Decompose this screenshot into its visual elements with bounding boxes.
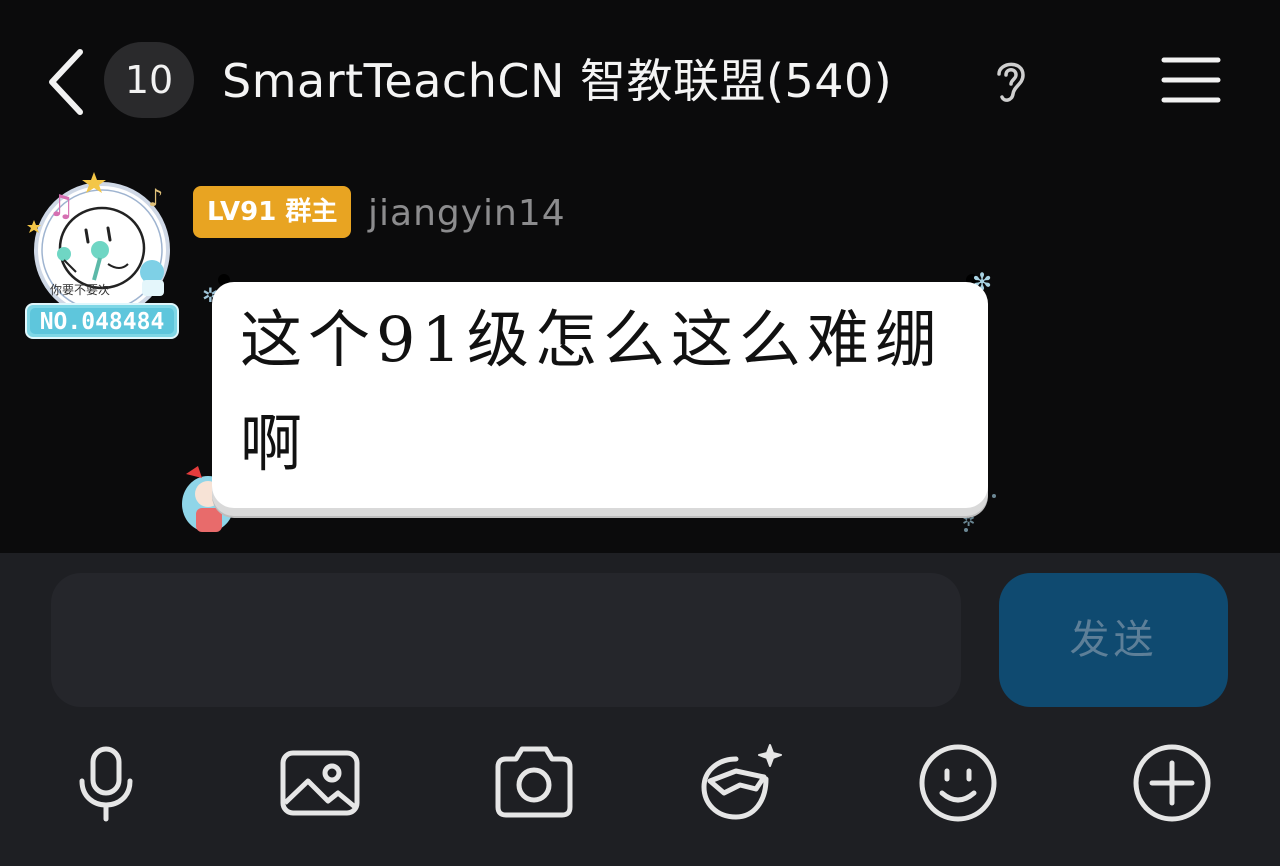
chat-header: 10 SmartTeachCN 智教联盟(540): [0, 0, 1280, 160]
avatar-number-badge: NO.048484: [40, 309, 165, 335]
sender-name[interactable]: jiangyin14: [368, 190, 566, 238]
svg-text:♫: ♫: [48, 189, 75, 224]
level-role-badge: LV91 群主: [193, 186, 352, 238]
chat-title: SmartTeachCN 智教联盟(540): [222, 54, 893, 108]
camera-icon[interactable]: [492, 741, 576, 825]
back-arrow-icon: [49, 49, 83, 115]
sticker-icon[interactable]: [700, 741, 784, 825]
plus-icon[interactable]: [1130, 741, 1214, 825]
svg-text:✲: ✲: [962, 511, 975, 530]
message-text: 这个91级怎么这么难绷啊: [240, 303, 943, 480]
message-bubble[interactable]: ✲ ✻ ✲ 这个91级怎么这么难绷啊: [172, 268, 1002, 538]
message-input[interactable]: [51, 573, 961, 707]
avatar-caption: 你要不要次: [50, 283, 110, 297]
back-button[interactable]: [40, 44, 92, 116]
microphone-icon[interactable]: [64, 741, 148, 825]
emoji-icon[interactable]: [916, 741, 1000, 825]
image-icon[interactable]: [278, 741, 362, 825]
send-button[interactable]: 发送: [999, 573, 1228, 707]
message-bubble-body: 这个91级怎么这么难绷啊: [212, 282, 988, 508]
unread-count-badge[interactable]: 10: [104, 42, 194, 118]
menu-icon: [1161, 57, 1221, 103]
ear-icon[interactable]: [992, 56, 1030, 104]
menu-button[interactable]: [1158, 52, 1224, 108]
svg-text:♪: ♪: [148, 184, 163, 212]
sender-avatar[interactable]: ♫ ♪ 你要不要次 NO.048484: [22, 168, 182, 346]
composer-panel: 发送: [0, 553, 1280, 866]
